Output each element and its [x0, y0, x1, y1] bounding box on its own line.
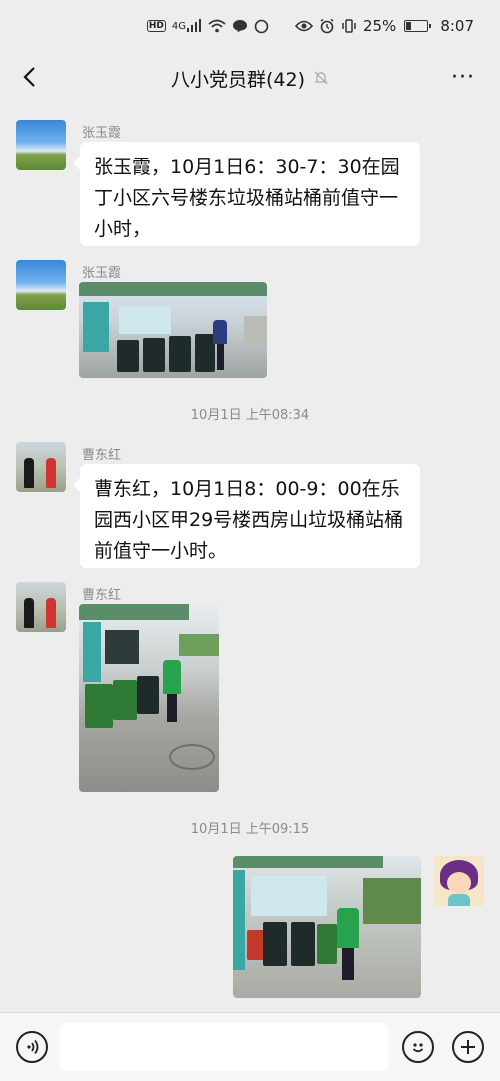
- message-timestamp: 10月1日 上午09:15: [190, 822, 310, 837]
- sender-name: 曹东红: [82, 448, 122, 463]
- clock: 8:07: [440, 17, 474, 35]
- input-bar: [0, 1012, 500, 1081]
- message-list[interactable]: 张玉霞 张玉霞，10月1日6：30-7：30在园丁小区六号楼东垃圾桶站桶前值守一…: [0, 104, 500, 1012]
- message-image[interactable]: [79, 604, 219, 792]
- message-text: 张玉霞，10月1日6：30-7：30在园丁小区六号楼东垃圾桶站桶前值守一小时，: [94, 156, 400, 240]
- voice-button[interactable]: [16, 1031, 48, 1063]
- message-image[interactable]: [233, 856, 421, 998]
- message-bubble[interactable]: 张玉霞，10月1日6：30-7：30在园丁小区六号楼东垃圾桶站桶前值守一小时，: [73, 142, 420, 246]
- message-icon: [232, 19, 248, 33]
- chat-header: 八小党员群(42) ···: [0, 52, 500, 104]
- plus-button[interactable]: [452, 1031, 484, 1063]
- sender-name: 张玉霞: [82, 266, 122, 281]
- back-arrow-icon: [23, 67, 35, 87]
- avatar[interactable]: [16, 582, 66, 632]
- battery-percent: 25%: [362, 17, 397, 35]
- network-label: 4G: [171, 20, 186, 32]
- battery-icon: [404, 20, 432, 32]
- voice-icon: [27, 1039, 39, 1055]
- more-button[interactable]: ···: [448, 62, 478, 92]
- status-bar: HD 4G 25% 8:07: [0, 0, 500, 52]
- emoji-button[interactable]: [402, 1031, 434, 1063]
- avatar[interactable]: [16, 442, 66, 492]
- avatar[interactable]: [16, 260, 66, 310]
- chat-title: 八小党员群(42): [170, 68, 305, 91]
- vibrate-icon: [341, 18, 357, 34]
- avatar[interactable]: [16, 120, 66, 170]
- plus-icon: [461, 1040, 475, 1054]
- message-input[interactable]: [60, 1023, 388, 1071]
- sender-name: 曹东红: [82, 588, 122, 603]
- sender-name: 张玉霞: [82, 126, 122, 141]
- message-bubble[interactable]: 曹东红，10月1日8：00-9：00在乐园西小区甲29号楼西房山垃圾桶站桶前值守…: [73, 464, 420, 568]
- message-text: 曹东红，10月1日8：00-9：00在乐园西小区甲29号楼西房山垃圾桶站桶前值守…: [94, 478, 404, 562]
- message-image[interactable]: [79, 282, 267, 378]
- network-icon: 4G: [172, 19, 202, 33]
- more-icon: ···: [451, 64, 475, 90]
- emoji-icon: [412, 1043, 424, 1053]
- alarm-icon: [319, 18, 335, 34]
- hd-indicator: HD: [146, 20, 166, 32]
- circle-icon: [254, 19, 269, 34]
- bell-muted-icon: [313, 70, 329, 86]
- eye-icon: [294, 20, 313, 32]
- message-timestamp: 10月1日 上午08:34: [190, 408, 310, 423]
- back-button[interactable]: [14, 62, 44, 92]
- wifi-icon: [208, 19, 226, 33]
- avatar[interactable]: [434, 856, 484, 906]
